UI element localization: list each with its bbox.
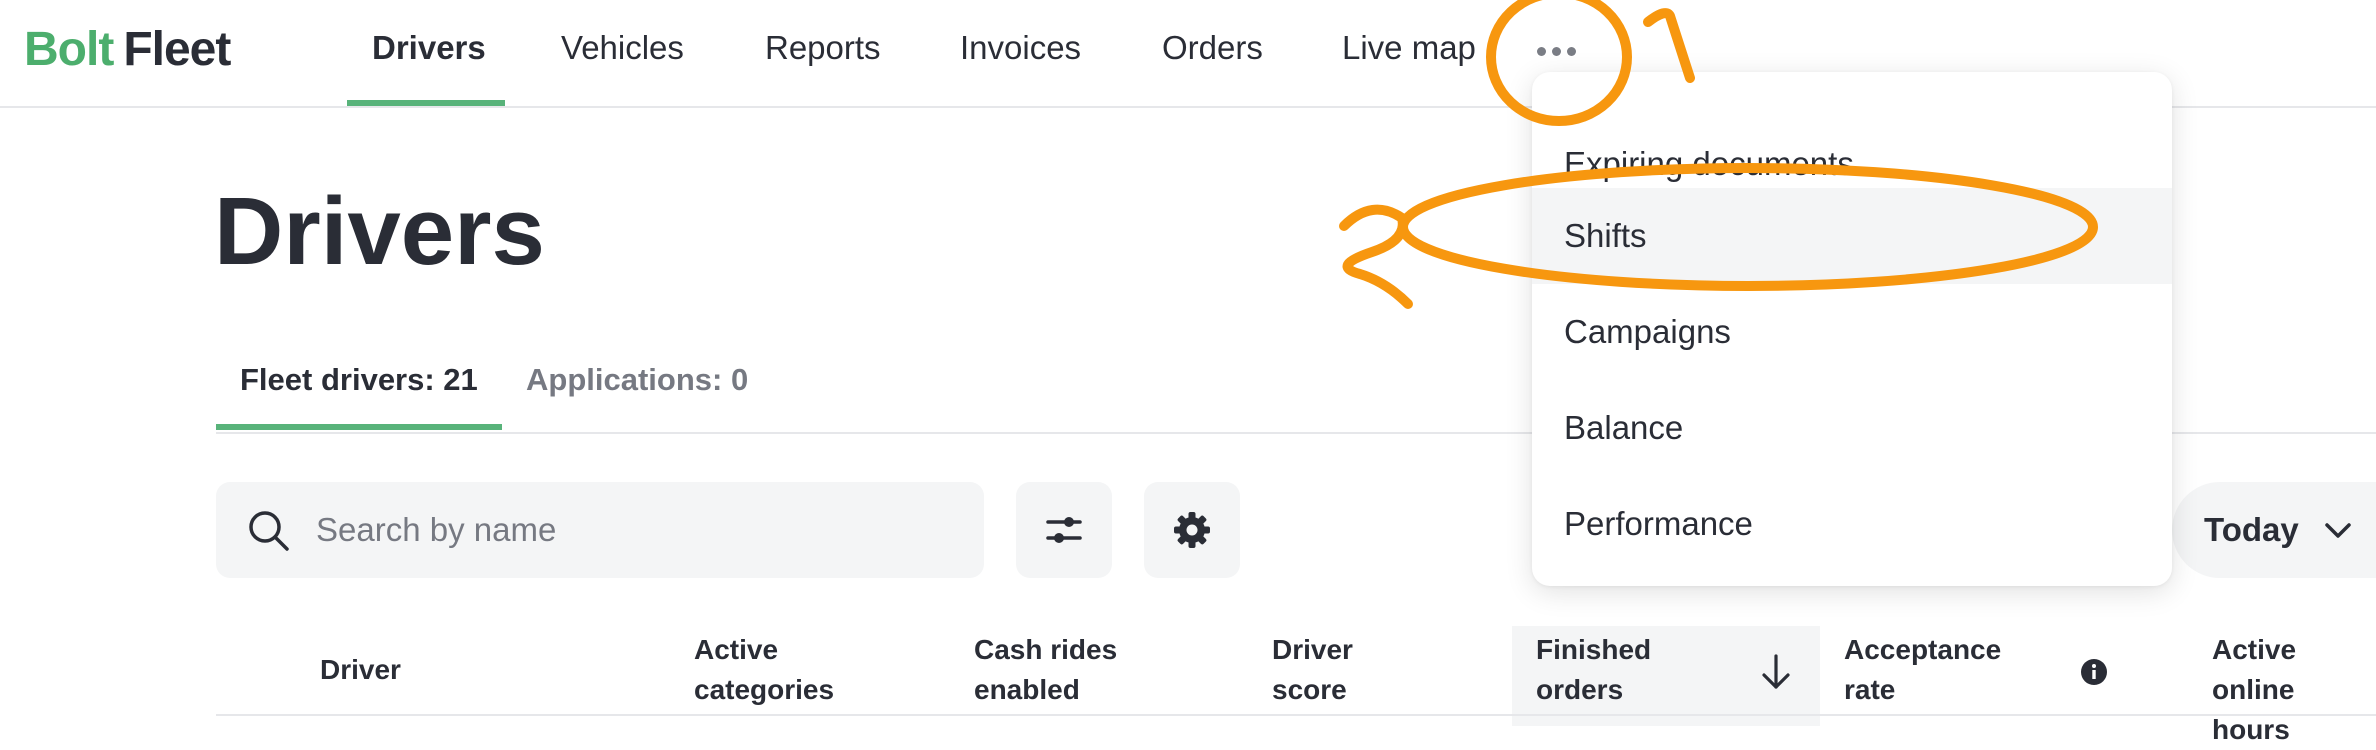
column-header-driver[interactable]: Driver [320, 650, 401, 690]
sliders-icon [1046, 517, 1082, 543]
period-select[interactable]: Today [2172, 482, 2376, 578]
column-header-acceptance-rate[interactable]: Acceptance rate [1844, 630, 2001, 710]
column-header-finished-orders[interactable]: Finished orders [1536, 630, 1651, 710]
column-header-active-online-hours[interactable]: Active online hours [2212, 630, 2376, 750]
gear-icon [1174, 512, 1210, 548]
column-header-driver-score[interactable]: Driver score [1272, 630, 1353, 710]
logo-bolt-text: Bolt [24, 23, 114, 76]
menu-item-campaigns[interactable]: Campaigns [1532, 284, 2172, 380]
search-input[interactable]: Search by name [216, 482, 984, 578]
search-placeholder: Search by name [316, 511, 557, 548]
menu-item-performance[interactable]: Performance [1532, 476, 2172, 572]
info-icon[interactable] [2080, 658, 2108, 686]
column-header-active-categories[interactable]: Active categories [694, 630, 834, 710]
nav-item-invoices[interactable]: Invoices [960, 0, 1081, 106]
nav-item-vehicles[interactable]: Vehicles [561, 0, 684, 106]
tab-fleet-drivers[interactable]: Fleet drivers: 21 [240, 356, 478, 404]
more-horizontal-icon[interactable] [1528, 32, 1584, 72]
period-select-value: Today [2204, 511, 2299, 548]
nav-item-drivers[interactable]: Drivers [372, 0, 486, 106]
nav-item-orders[interactable]: Orders [1162, 0, 1263, 106]
nav-item-reports[interactable]: Reports [765, 0, 881, 106]
nav-item-live-map[interactable]: Live map [1342, 0, 1476, 106]
menu-item-shifts[interactable]: Shifts [1532, 188, 2172, 284]
column-header-cash-rides[interactable]: Cash rides enabled [974, 630, 1117, 710]
search-icon [249, 511, 289, 551]
settings-button[interactable] [1144, 482, 1240, 578]
filter-button[interactable] [1016, 482, 1112, 578]
chevron-down-icon [2325, 523, 2351, 538]
active-tab-indicator [216, 424, 502, 430]
more-menu-dropdown: Expiring documents Shifts Campaigns Bala… [1532, 72, 2172, 586]
annotation-mark-2 [1339, 204, 1413, 309]
logo-fleet-text: Fleet [123, 23, 231, 76]
bolt-fleet-logo[interactable]: Bolt Fleet [24, 20, 231, 80]
tab-applications[interactable]: Applications: 0 [526, 356, 748, 404]
menu-item-balance[interactable]: Balance [1532, 380, 2172, 476]
page-title: Drivers [214, 178, 545, 285]
table-header-divider [216, 714, 2376, 716]
arrow-down-icon[interactable] [1760, 654, 1792, 690]
active-nav-indicator [347, 100, 505, 106]
